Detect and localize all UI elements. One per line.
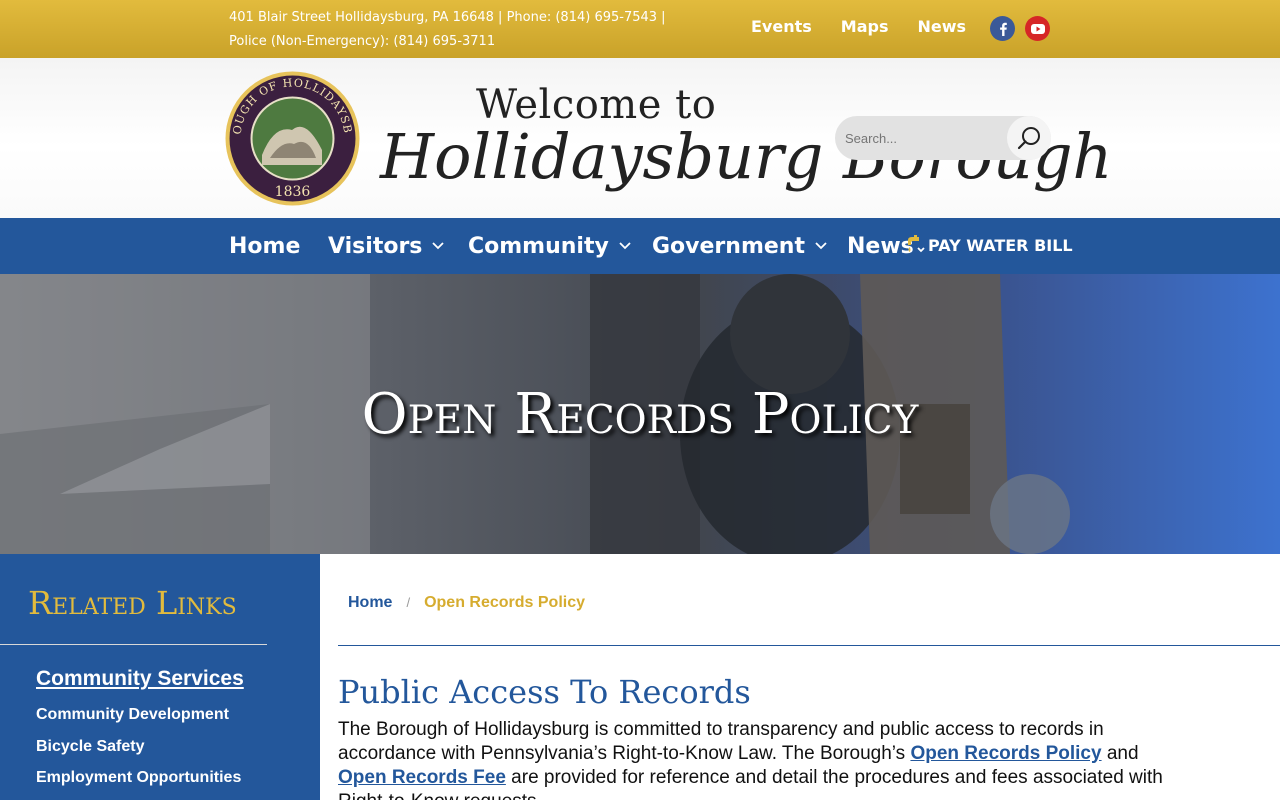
sidebar-link-bicycle-safety[interactable]: Bicycle Safety [36, 738, 145, 756]
nav-home-label: Home [229, 233, 301, 259]
site-header: BOROUGH OF HOLLIDAYSBURG 1836 Welcome to… [0, 58, 1280, 218]
maps-link[interactable]: Maps [841, 17, 889, 36]
nav-visitors-label: Visitors [328, 233, 423, 259]
sidebar-divider [0, 644, 267, 645]
police-phone-line: Police (Non-Emergency): (814) 695-3711 [229, 34, 496, 49]
community-services-link[interactable]: Community Services [36, 667, 244, 691]
chevron-down-icon [815, 242, 827, 250]
breadcrumb-separator: / [406, 595, 411, 610]
search-input[interactable] [835, 116, 1010, 160]
nav-visitors[interactable]: Visitors [328, 218, 445, 274]
search-button[interactable] [1007, 116, 1051, 160]
pay-water-bill-label: PAY WATER BILL [928, 235, 1073, 255]
breadcrumb-current: Open Records Policy [424, 594, 586, 611]
svg-text:1836: 1836 [275, 184, 311, 200]
search-box [835, 116, 1051, 160]
page-hero-title: Open Records Policy [361, 382, 919, 447]
youtube-icon[interactable] [1025, 16, 1050, 41]
nav-community[interactable]: Community [468, 218, 631, 274]
page-title: Public Access To Records [338, 673, 751, 711]
related-links-sidebar: Related Links Community Services Communi… [0, 554, 320, 800]
related-links-heading: Related Links [28, 584, 237, 622]
sidebar-link-community-development[interactable]: Community Development [36, 706, 229, 724]
pay-water-bill-link[interactable]: PAY WATER BILL [900, 232, 1073, 258]
nav-community-label: Community [468, 233, 609, 259]
nav-government-label: Government [652, 233, 805, 259]
intro-text-2: and [1101, 743, 1139, 764]
sidebar-link-employment-opportunities[interactable]: Employment Opportunities [36, 769, 241, 787]
nav-home[interactable]: Home [229, 218, 300, 274]
contact-info: 401 Blair Street Hollidaysburg, PA 16648… [229, 6, 699, 54]
top-bar: 401 Blair Street Hollidaysburg, PA 16648… [0, 0, 1280, 58]
chevron-down-icon [432, 242, 445, 250]
water-tap-icon [908, 235, 925, 253]
chevron-down-icon [619, 242, 631, 250]
nav-government[interactable]: Government [652, 218, 827, 274]
content-divider [338, 645, 1280, 646]
intro-paragraph: The Borough of Hollidaysburg is committe… [338, 718, 1168, 800]
open-records-fee-link[interactable]: Open Records Fee [338, 767, 506, 788]
news-link[interactable]: News [917, 17, 966, 36]
open-records-policy-link[interactable]: Open Records Policy [910, 743, 1101, 764]
main-nav: Home Visitors Community Government News … [0, 218, 1280, 274]
search-icon [1017, 127, 1040, 150]
address-line: 401 Blair Street Hollidaysburg, PA 16648… [229, 10, 666, 25]
breadcrumb: Home / Open Records Policy [348, 594, 585, 612]
borough-seal-logo[interactable]: BOROUGH OF HOLLIDAYSBURG 1836 [224, 70, 361, 207]
hero-banner: Open Records Policy [0, 274, 1280, 554]
events-link[interactable]: Events [751, 17, 812, 36]
breadcrumb-home-link[interactable]: Home [348, 594, 392, 611]
facebook-icon[interactable] [990, 16, 1015, 41]
utility-links: Events Maps News [751, 17, 966, 36]
